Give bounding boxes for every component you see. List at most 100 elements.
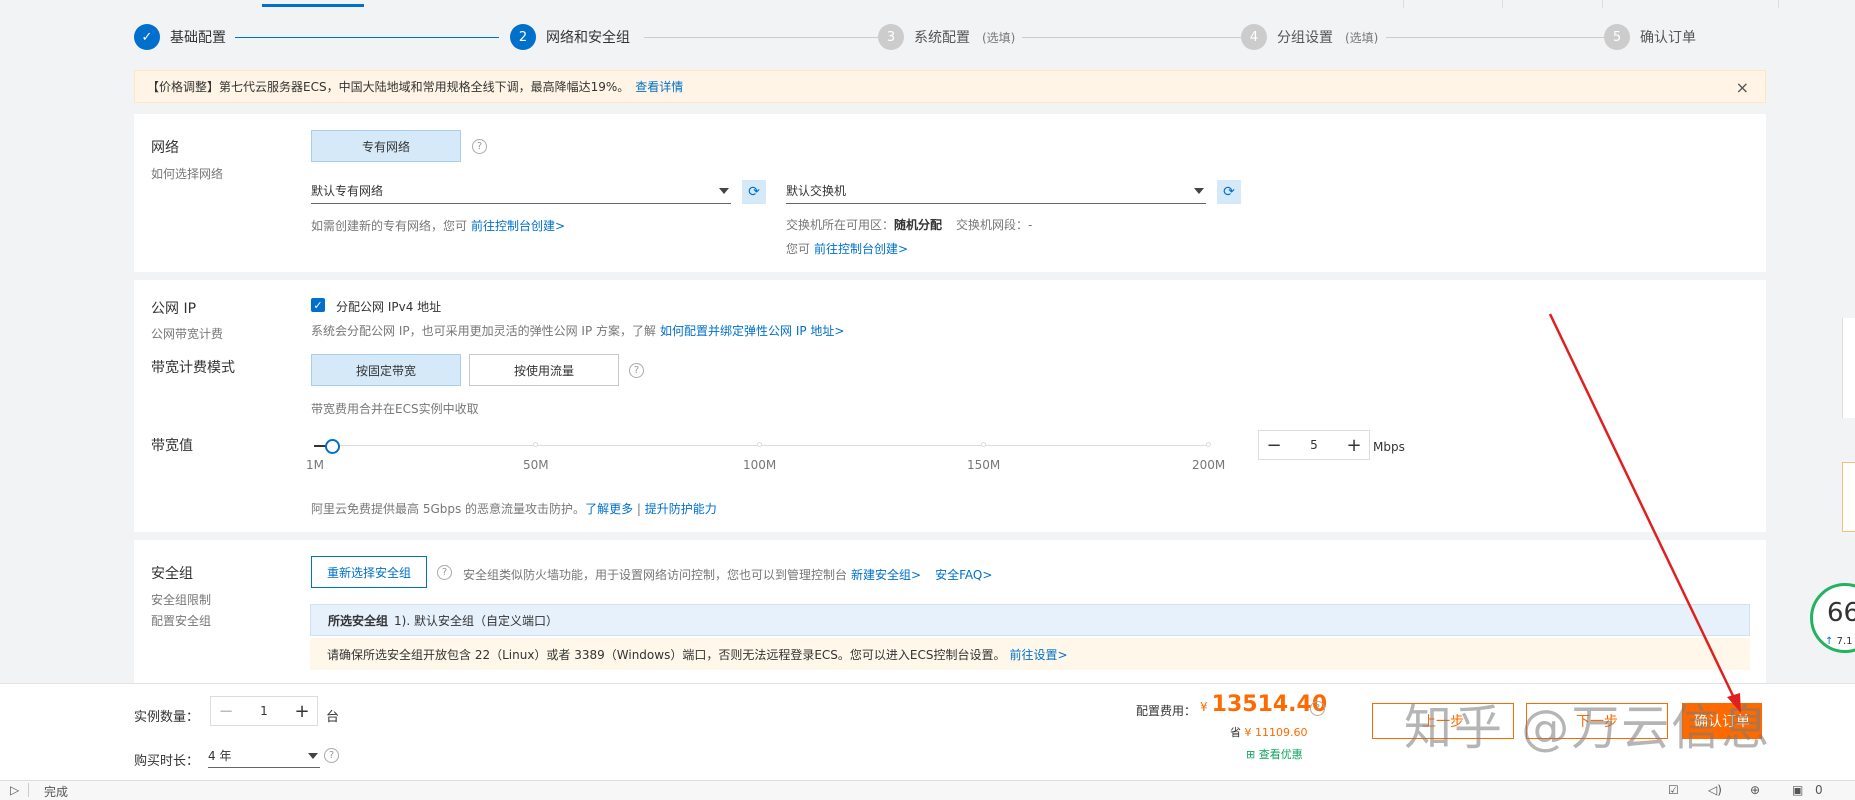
price-notice-banner: 【价格调整】第七代云服务器ECS，中国大陆地域和常用规格全线下调，最高降幅达19… <box>134 70 1766 103</box>
arrow-up-icon: ↑ <box>1825 636 1834 647</box>
quantity-value[interactable]: 1 <box>241 704 287 718</box>
refresh-icon[interactable]: ⟳ <box>1217 180 1241 204</box>
port-warning: 请确保所选安全组开放包含 22（Linux）或者 3389（Windows）端口… <box>310 638 1750 670</box>
step-connector <box>1386 37 1606 38</box>
vpc-create-link[interactable]: 前往控制台创建> <box>471 219 565 233</box>
upgrade-protection-link[interactable]: 提升防护能力 <box>645 502 717 516</box>
slider-label: 150M <box>967 458 1001 472</box>
notice-text: 【价格调整】第七代云服务器ECS，中国大陆地域和常用规格全线下调，最高降幅达19… <box>147 80 630 94</box>
gauge-value: 66 <box>1827 598 1855 628</box>
network-help-link[interactable]: 如何选择网络 <box>151 165 223 182</box>
quantity-stepper: − 1 + <box>210 696 318 726</box>
security-group-sub1: 安全组限制 <box>151 593 212 607</box>
go-settings-link[interactable]: 前往设置> <box>1010 646 1068 663</box>
vpc-select[interactable]: 默认专有网络 <box>311 178 731 204</box>
zone-value: 随机分配 <box>894 218 943 232</box>
tab-divider <box>1502 0 1503 8</box>
tab-divider <box>1403 0 1404 8</box>
step-group-settings[interactable]: 4 分组设置 (选填) <box>1241 24 1378 50</box>
billing-note: 带宽费用合并在ECS实例中收取 <box>311 402 479 416</box>
step-network-security[interactable]: 2 网络和安全组 <box>510 24 630 50</box>
step-connector <box>644 37 880 38</box>
side-panel-edge <box>1842 318 1855 418</box>
vswitch-zone-info: 交换机所在可用区：随机分配 交换机网段：- <box>786 218 1033 232</box>
refresh-icon[interactable]: ⟳ <box>742 180 766 204</box>
notice-details-link[interactable]: 查看详情 <box>635 78 683 95</box>
vswitch-select[interactable]: 默认交换机 <box>786 178 1206 204</box>
ad-block-icon[interactable]: ▣ <box>1792 783 1803 797</box>
vpc-type-button[interactable]: 专有网络 <box>311 130 461 162</box>
play-icon: ▷ <box>10 783 20 797</box>
help-icon[interactable]: ? <box>1310 701 1325 716</box>
help-icon[interactable]: ? <box>437 565 452 580</box>
step-connector <box>235 37 499 38</box>
decrement-button[interactable]: − <box>1259 431 1289 459</box>
bandwidth-unit: Mbps <box>1373 440 1405 454</box>
selected-label: 所选安全组 <box>328 613 389 628</box>
tab-divider <box>1778 0 1779 8</box>
public-ip-subtitle: 公网带宽计费 <box>151 327 224 341</box>
speed-gauge[interactable]: 66 ↑ 7.1 <box>1810 583 1855 653</box>
security-group-title: 安全组 <box>151 566 193 582</box>
assign-ip-label: 分配公网 IPv4 地址 <box>336 300 442 314</box>
savings-value: ¥ 11109.60 <box>1244 726 1308 739</box>
chevron-down-icon <box>308 753 318 759</box>
learn-more-link[interactable]: 了解更多 <box>585 502 633 516</box>
duration-select[interactable]: 4 年 <box>208 744 320 768</box>
assign-ip-checkbox[interactable]: ✓ <box>311 298 325 312</box>
close-icon[interactable]: × <box>1736 78 1749 97</box>
slider-tick <box>1206 442 1211 447</box>
security-faq-link[interactable]: 安全FAQ> <box>935 568 992 582</box>
duration-label: 购买时长： <box>134 754 200 769</box>
step-optional: (选填) <box>982 30 1016 45</box>
slider-tick <box>533 442 538 447</box>
fixed-bandwidth-button[interactable]: 按固定带宽 <box>311 354 461 386</box>
speaker-icon[interactable]: ◁) <box>1708 783 1722 797</box>
purchase-steps: ✓ 基础配置 2 网络和安全组 3 系统配置 (选填) 4 分组设置 (选填) … <box>134 24 1704 50</box>
quantity-label: 实例数量： <box>134 710 200 725</box>
slider-label: 1M <box>306 458 324 472</box>
step-label: 分组设置 <box>1277 30 1333 46</box>
vswitch-create-link[interactable]: 前往控制台创建> <box>814 242 908 256</box>
decrement-button[interactable]: − <box>211 697 241 725</box>
help-icon[interactable]: ? <box>472 139 487 154</box>
increment-button[interactable]: + <box>1339 431 1369 459</box>
price-label: 配置费用： <box>1136 704 1197 718</box>
shield-icon[interactable]: ☑ <box>1668 783 1679 797</box>
bandwidth-value[interactable]: 5 <box>1289 438 1339 452</box>
security-group-desc: 安全组类似防火墙功能，用于设置网络访问控制，您也可以到管理控制台 新建安全组> 安全… <box>463 568 993 582</box>
view-discount-link[interactable]: ⊞ 查看优惠 <box>1246 746 1303 762</box>
active-tab-indicator <box>262 4 364 7</box>
billing-mode-title: 带宽计费模式 <box>151 360 235 376</box>
chevron-down-icon <box>719 188 729 194</box>
public-ip-desc: 系统会分配公网 IP，也可采用更加灵活的弹性公网 IP 方案，了解 如何配置并绑定… <box>311 324 845 338</box>
new-security-group-link[interactable]: 新建安全组> <box>851 568 921 582</box>
step-basic-config[interactable]: ✓ 基础配置 <box>134 24 226 50</box>
help-icon[interactable]: ? <box>629 363 644 378</box>
step-label: 确认订单 <box>1640 30 1696 46</box>
eip-guide-link[interactable]: 如何配置并绑定弹性公网 IP 地址> <box>660 324 844 338</box>
vpc-hint: 如需创建新的专有网络，您可 前往控制台创建> <box>311 219 566 233</box>
network-title: 网络 <box>151 140 179 156</box>
slider-label: 200M <box>1192 458 1226 472</box>
reselect-security-group-button[interactable]: 重新选择安全组 <box>311 556 427 588</box>
slider-label: 100M <box>743 458 777 472</box>
checkmark-icon: ✓ <box>134 24 160 50</box>
traffic-billing-button[interactable]: 按使用流量 <box>469 354 619 386</box>
download-icon[interactable]: ⊕ <box>1750 783 1760 797</box>
bandwidth-slider-handle[interactable] <box>325 439 340 454</box>
step-number: 5 <box>1604 24 1630 50</box>
total-price: ¥13514.40 <box>1200 692 1328 717</box>
bandwidth-slider-track[interactable] <box>314 445 1210 446</box>
status-text: 完成 <box>44 785 69 799</box>
vswitch-select-value: 默认交换机 <box>786 184 847 198</box>
bandwidth-title: 带宽值 <box>151 438 193 454</box>
slider-tick <box>981 442 986 447</box>
step-system-config[interactable]: 3 系统配置 (选填) <box>878 24 1015 50</box>
public-ip-title: 公网 IP <box>151 301 197 317</box>
selected-security-group: 所选安全组 1). 默认安全组（自定义端口） <box>310 604 1750 636</box>
step-confirm-order[interactable]: 5 确认订单 <box>1604 24 1696 50</box>
side-panel-edge <box>1842 462 1855 532</box>
increment-button[interactable]: + <box>287 697 317 725</box>
help-icon[interactable]: ? <box>324 748 339 763</box>
